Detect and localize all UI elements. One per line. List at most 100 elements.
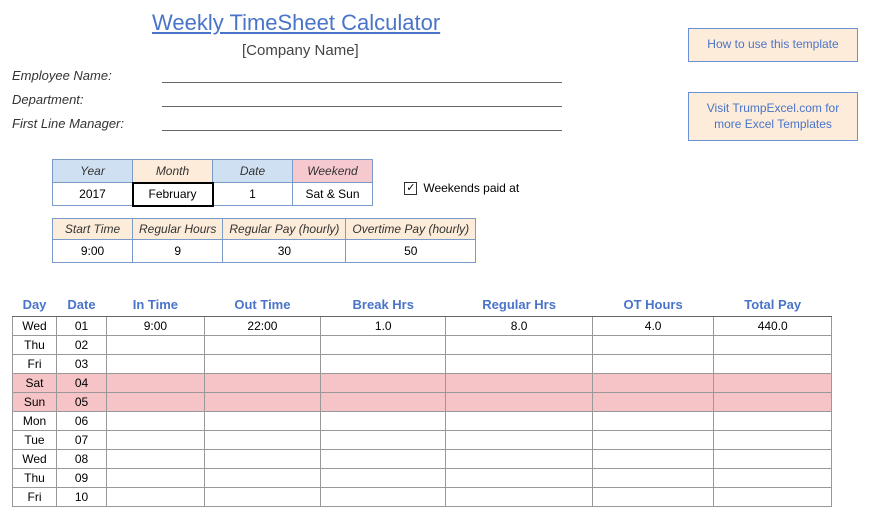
- regular-hours-cell[interactable]: 9: [133, 240, 223, 263]
- cell-reg[interactable]: [446, 412, 592, 431]
- cell-out[interactable]: [204, 374, 320, 393]
- cell-ot[interactable]: [592, 469, 714, 488]
- cell-out[interactable]: [204, 450, 320, 469]
- cell-out[interactable]: 22:00: [204, 317, 320, 336]
- cell-reg[interactable]: [446, 469, 592, 488]
- cell-date[interactable]: 04: [57, 374, 107, 393]
- cell-in[interactable]: [107, 469, 205, 488]
- cell-date[interactable]: 10: [57, 488, 107, 507]
- cell-total[interactable]: [714, 412, 832, 431]
- cell-reg[interactable]: [446, 374, 592, 393]
- cell-in[interactable]: [107, 393, 205, 412]
- cell-reg[interactable]: 8.0: [446, 317, 592, 336]
- cell-out[interactable]: [204, 431, 320, 450]
- cell-date[interactable]: 03: [57, 355, 107, 374]
- cell-in[interactable]: [107, 450, 205, 469]
- department-input-line[interactable]: [162, 91, 562, 107]
- cell-day[interactable]: Wed: [13, 450, 57, 469]
- cell-day[interactable]: Wed: [13, 317, 57, 336]
- cell-total[interactable]: [714, 450, 832, 469]
- cell-date[interactable]: 09: [57, 469, 107, 488]
- cell-day[interactable]: Fri: [13, 355, 57, 374]
- cell-out[interactable]: [204, 393, 320, 412]
- cell-in[interactable]: [107, 412, 205, 431]
- cell-date[interactable]: 06: [57, 412, 107, 431]
- cell-day[interactable]: Tue: [13, 431, 57, 450]
- start-time-cell[interactable]: 9:00: [53, 240, 133, 263]
- cell-reg[interactable]: [446, 450, 592, 469]
- cell-reg[interactable]: [446, 336, 592, 355]
- cell-total[interactable]: [714, 469, 832, 488]
- cell-out[interactable]: [204, 412, 320, 431]
- cell-break[interactable]: [321, 374, 446, 393]
- cell-reg[interactable]: [446, 431, 592, 450]
- cell-break[interactable]: [321, 431, 446, 450]
- cell-out[interactable]: [204, 469, 320, 488]
- cell-ot[interactable]: [592, 393, 714, 412]
- cell-in[interactable]: 9:00: [107, 317, 205, 336]
- cell-out[interactable]: [204, 488, 320, 507]
- cell-total[interactable]: [714, 393, 832, 412]
- cell-in[interactable]: [107, 374, 205, 393]
- col-in: In Time: [107, 293, 205, 317]
- cell-ot[interactable]: [592, 488, 714, 507]
- cell-date[interactable]: 08: [57, 450, 107, 469]
- overtime-pay-cell[interactable]: 50: [346, 240, 476, 263]
- cell-break[interactable]: [321, 393, 446, 412]
- cell-total[interactable]: [714, 431, 832, 450]
- cell-total[interactable]: [714, 336, 832, 355]
- cell-in[interactable]: [107, 355, 205, 374]
- cell-date[interactable]: 01: [57, 317, 107, 336]
- cell-reg[interactable]: [446, 355, 592, 374]
- cell-out[interactable]: [204, 336, 320, 355]
- year-cell[interactable]: 2017: [53, 183, 133, 206]
- cell-day[interactable]: Thu: [13, 469, 57, 488]
- cell-in[interactable]: [107, 431, 205, 450]
- cell-ot[interactable]: [592, 336, 714, 355]
- cell-break[interactable]: [321, 450, 446, 469]
- cell-break[interactable]: [321, 336, 446, 355]
- date-cell[interactable]: 1: [213, 183, 293, 206]
- cell-date[interactable]: 05: [57, 393, 107, 412]
- col-out: Out Time: [204, 293, 320, 317]
- cell-reg[interactable]: [446, 393, 592, 412]
- cell-break[interactable]: [321, 488, 446, 507]
- cell-break[interactable]: [321, 355, 446, 374]
- cell-break[interactable]: 1.0: [321, 317, 446, 336]
- cell-reg[interactable]: [446, 488, 592, 507]
- visit-button[interactable]: Visit TrumpExcel.com for more Excel Temp…: [688, 92, 858, 141]
- date-header: Date: [213, 160, 293, 183]
- cell-day[interactable]: Thu: [13, 336, 57, 355]
- month-cell[interactable]: February: [133, 183, 213, 206]
- cell-ot[interactable]: [592, 450, 714, 469]
- regular-pay-cell[interactable]: 30: [223, 240, 346, 263]
- cell-out[interactable]: [204, 355, 320, 374]
- cell-total[interactable]: [714, 355, 832, 374]
- regular-hours-header: Regular Hours: [133, 219, 223, 240]
- cell-day[interactable]: Sat: [13, 374, 57, 393]
- year-header: Year: [53, 160, 133, 183]
- weekends-paid-checkbox[interactable]: ✓ Weekends paid at: [404, 181, 519, 195]
- cell-date[interactable]: 02: [57, 336, 107, 355]
- cell-ot[interactable]: [592, 374, 714, 393]
- cell-ot[interactable]: [592, 412, 714, 431]
- cell-ot[interactable]: 4.0: [592, 317, 714, 336]
- cell-in[interactable]: [107, 336, 205, 355]
- cell-day[interactable]: Fri: [13, 488, 57, 507]
- cell-break[interactable]: [321, 469, 446, 488]
- cell-ot[interactable]: [592, 355, 714, 374]
- weekend-cell[interactable]: Sat & Sun: [293, 183, 373, 206]
- howto-button[interactable]: How to use this template: [688, 28, 858, 62]
- cell-total[interactable]: [714, 488, 832, 507]
- cell-total[interactable]: 440.0: [714, 317, 832, 336]
- cell-in[interactable]: [107, 488, 205, 507]
- cell-ot[interactable]: [592, 431, 714, 450]
- employee-input-line[interactable]: [162, 67, 562, 83]
- manager-input-line[interactable]: [162, 115, 562, 131]
- cell-date[interactable]: 07: [57, 431, 107, 450]
- cell-total[interactable]: [714, 374, 832, 393]
- cell-day[interactable]: Mon: [13, 412, 57, 431]
- table-row: Mon06: [13, 412, 832, 431]
- cell-day[interactable]: Sun: [13, 393, 57, 412]
- cell-break[interactable]: [321, 412, 446, 431]
